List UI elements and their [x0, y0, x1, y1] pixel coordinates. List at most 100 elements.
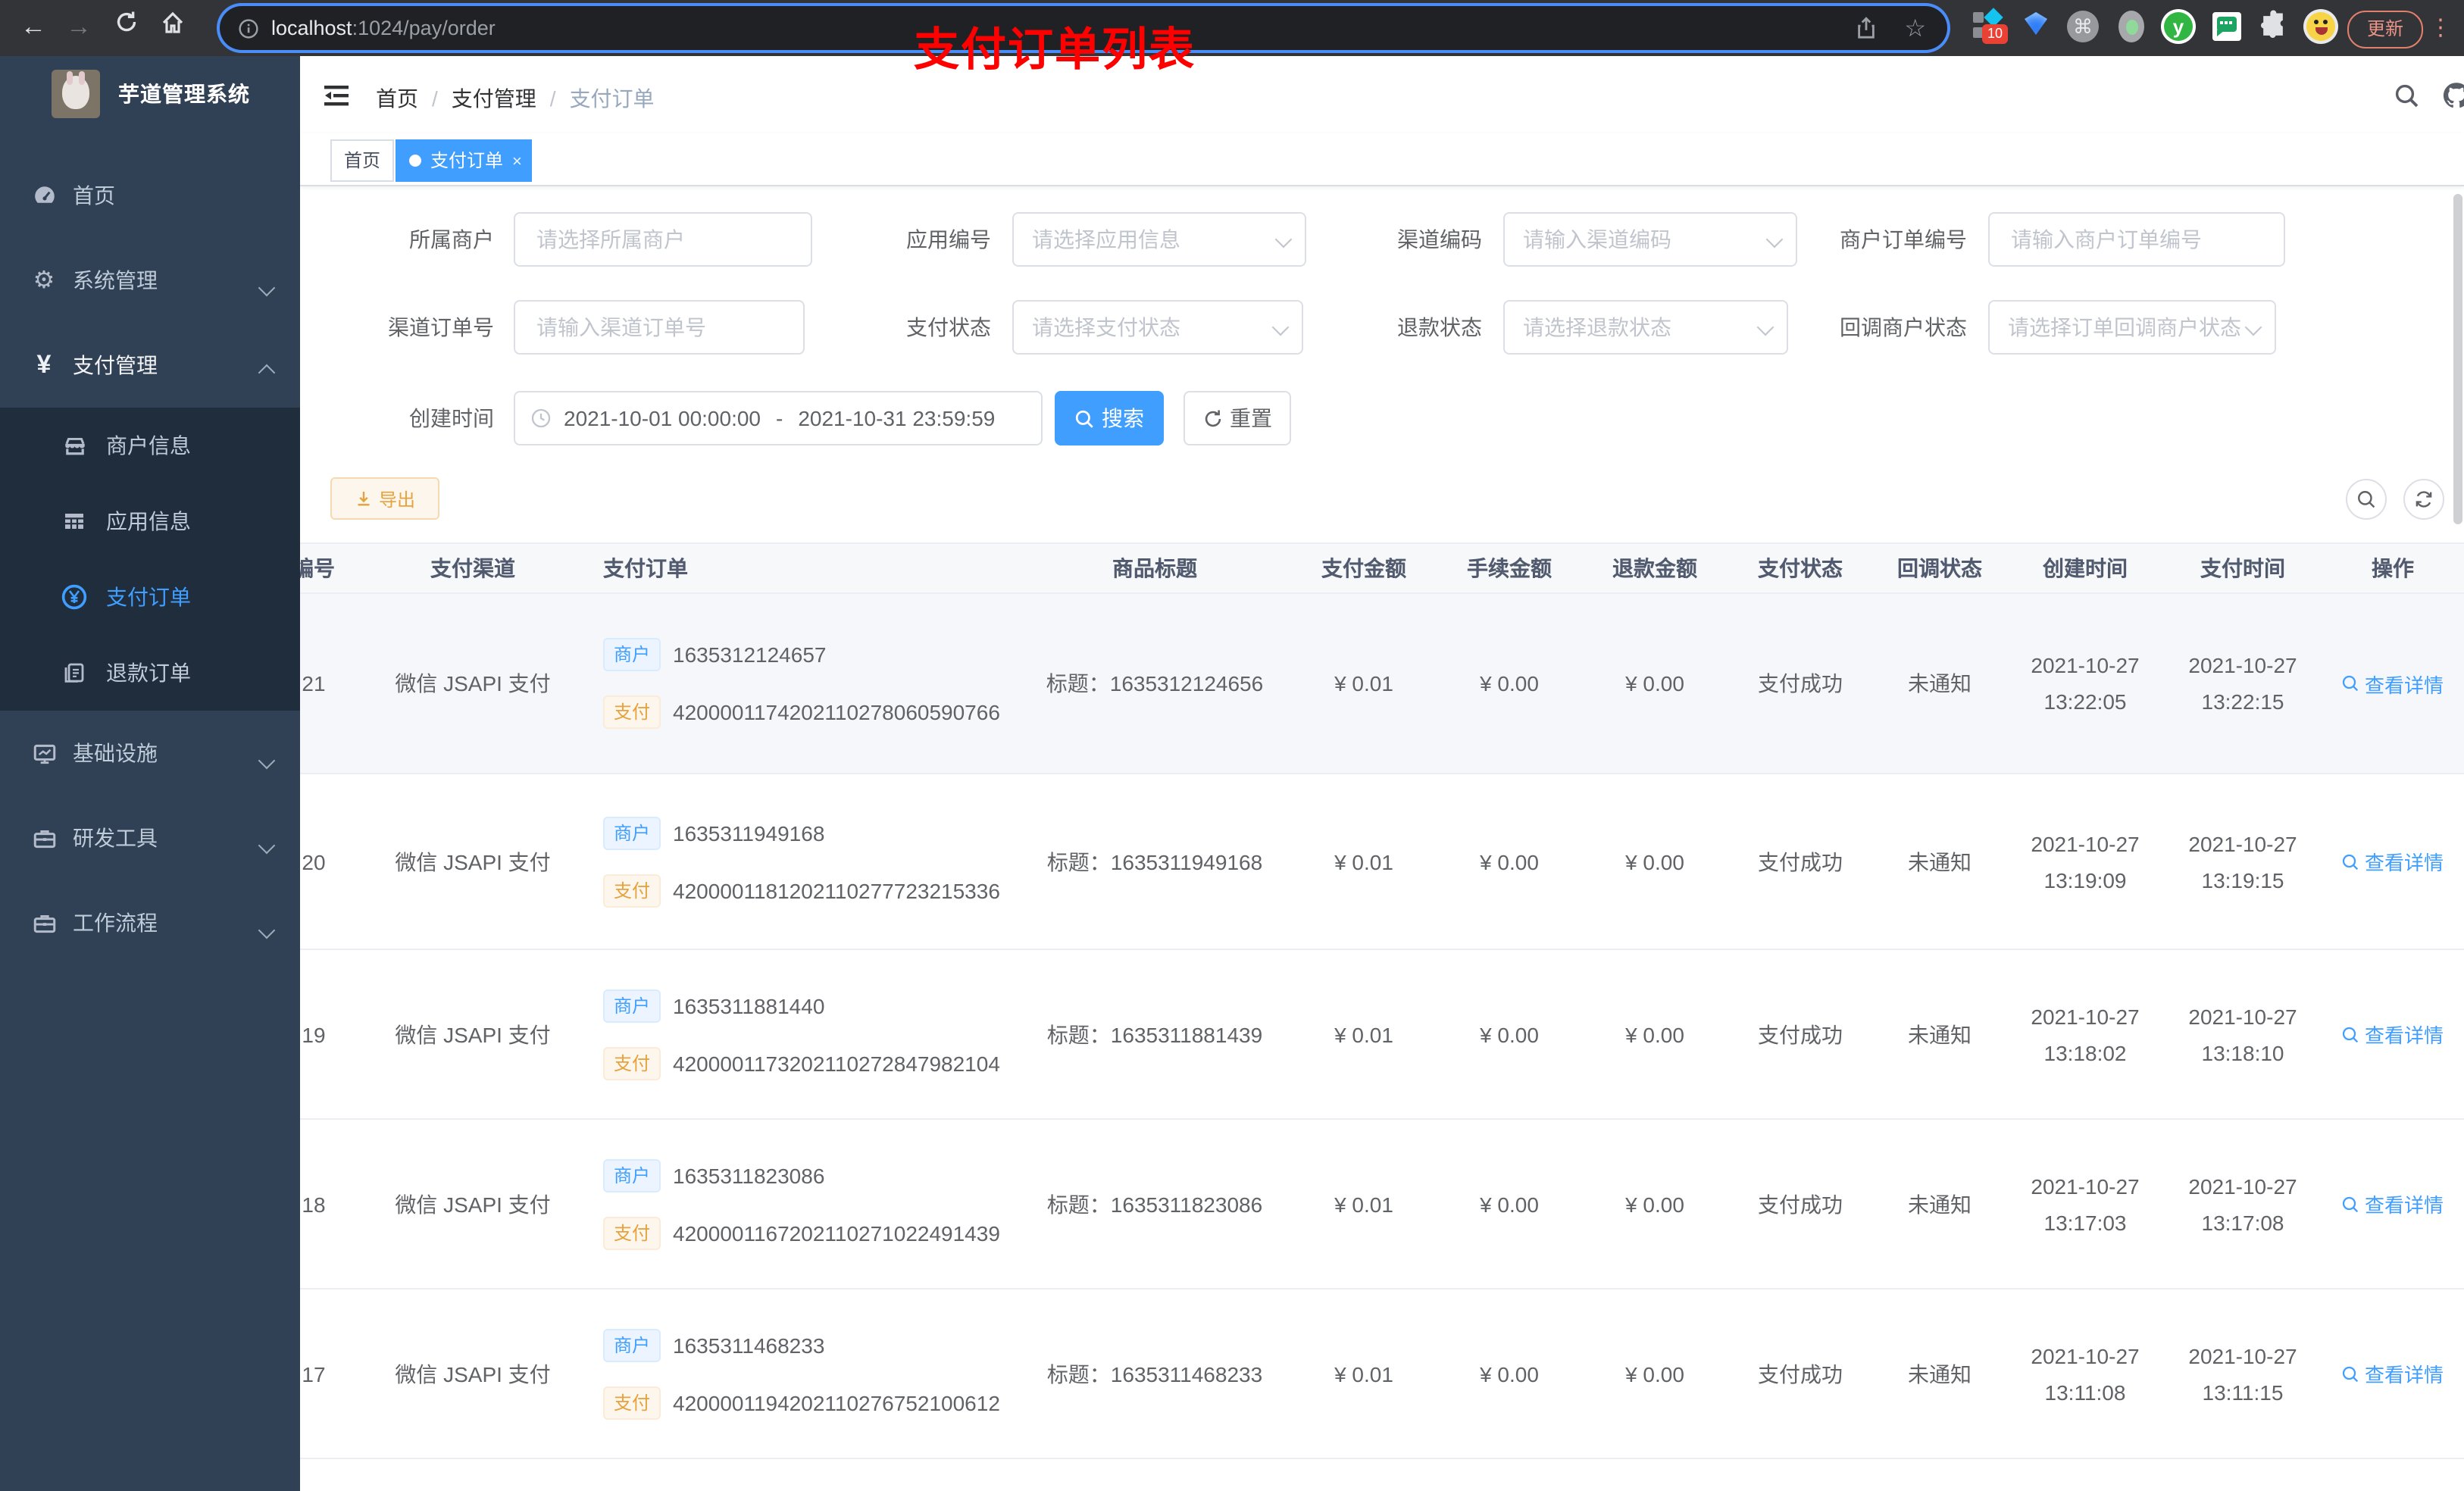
search-icon: [2358, 491, 2375, 508]
browser-profile-avatar[interactable]: [2303, 9, 2340, 45]
merchant-tag: 商户: [603, 638, 661, 671]
view-detail-link[interactable]: 查看详情: [2342, 847, 2444, 876]
reset-button[interactable]: 重置: [1184, 391, 1291, 445]
browser-home-icon[interactable]: [156, 11, 189, 44]
refresh-icon: [1204, 409, 1221, 427]
sidebar-item-dev-tools[interactable]: 研发工具: [0, 796, 300, 880]
breadcrumb-home[interactable]: 首页: [376, 86, 418, 111]
browser-forward-icon[interactable]: →: [62, 11, 95, 44]
date-start: 2021-10-01 00:00:00: [564, 406, 761, 430]
app-select[interactable]: 请选择应用信息: [1012, 212, 1306, 267]
tab-close-icon[interactable]: ×: [512, 153, 522, 171]
chevron-down-icon: [258, 921, 276, 939]
merchant-tag: 商户: [603, 989, 661, 1022]
tab-pay-order[interactable]: 支付订单 ×: [396, 139, 533, 182]
channel-code-select[interactable]: 请输入渠道编码: [1503, 212, 1797, 267]
table-row[interactable]: 18 微信 JSAPI 支付 商户 1635311823086 支付 4200001…: [300, 1120, 2464, 1289]
browser-update-button[interactable]: 更新: [2347, 11, 2423, 48]
vertical-scrollbar-thumb[interactable]: [2453, 194, 2462, 524]
date-separator: -: [776, 406, 783, 430]
pay-tag: 支付: [603, 874, 661, 907]
magnifier-icon: [2343, 853, 2359, 870]
chevron-down-icon: [258, 279, 276, 297]
extension-chat-icon[interactable]: [2209, 9, 2246, 45]
table-row[interactable]: 商户1635311351796: [300, 1459, 2464, 1491]
filter-label-channel-order-no: 渠道订单号: [388, 315, 494, 339]
table-row[interactable]: 19 微信 JSAPI 支付 商户 1635311881440 支付 4200001…: [300, 950, 2464, 1120]
view-detail-link[interactable]: 查看详情: [2342, 669, 2444, 698]
yen-icon: ¥: [36, 350, 52, 379]
browser-reload-icon[interactable]: [109, 11, 142, 44]
pay-status-select[interactable]: 请选择支付状态: [1012, 300, 1303, 355]
channel-order-no-input[interactable]: [514, 300, 814, 355]
view-detail-link[interactable]: 查看详情: [2342, 1359, 2444, 1388]
sidebar-submenu-pay: 商户信息 应用信息 支付订单 退款订单: [0, 408, 300, 711]
sidebar-collapse-icon[interactable]: [321, 80, 352, 111]
chevron-down-icon: [258, 752, 276, 770]
extension-badge: 10: [1982, 24, 2008, 44]
breadcrumb-current: 支付订单: [569, 86, 655, 111]
pay-tag: 支付: [603, 1216, 661, 1249]
sidebar-item-merchant-info[interactable]: 商户信息: [0, 408, 300, 483]
yen-circle-icon: [61, 583, 88, 611]
sidebar-item-home[interactable]: 首页: [0, 153, 300, 238]
sidebar-item-system[interactable]: ⚙ 系统管理: [0, 238, 300, 323]
view-detail-link[interactable]: 查看详情: [2342, 1020, 2444, 1049]
tags-view-bar: 首页 支付订单 ×: [300, 133, 2464, 186]
url-text: localhost:1024/pay/order: [271, 17, 496, 39]
sidebar-item-refund-order[interactable]: 退款订单: [0, 635, 300, 711]
sidebar-item-app-info[interactable]: 应用信息: [0, 483, 300, 559]
show-search-toggle-button[interactable]: [2346, 479, 2387, 520]
search-button[interactable]: 搜索: [1055, 391, 1164, 445]
refund-status-select[interactable]: 请选择退款状态: [1503, 300, 1788, 355]
app-logo-image: [52, 70, 100, 118]
pay-tag: 支付: [603, 695, 661, 729]
extension-y-icon[interactable]: y: [2161, 9, 2197, 45]
refresh-table-button[interactable]: [2403, 479, 2444, 520]
magnifier-icon: [2343, 1365, 2359, 1382]
pay-order-table: 编号 支付渠道 支付订单 商品标题 支付金额 手续金额 退款金额 支付状态 回调…: [300, 542, 2464, 1491]
merchant-tag: 商户: [603, 816, 661, 849]
sidebar: 芋道管理系统 首页 ⚙ 系统管理 ¥ 支付管理 商户信息 应用信息 支付订单 退…: [0, 56, 300, 1491]
date-end: 2021-10-31 23:59:59: [798, 406, 996, 430]
shop-icon: [61, 432, 88, 459]
merchant-input[interactable]: [514, 212, 814, 267]
table-header-row: 编号 支付渠道 支付订单 商品标题 支付金额 手续金额 退款金额 支付状态 回调…: [300, 542, 2464, 594]
sidebar-item-infrastructure[interactable]: 基础设施: [0, 711, 300, 796]
chevron-down-icon: [2244, 318, 2262, 336]
extension-oval-icon[interactable]: [2114, 9, 2150, 45]
view-detail-link[interactable]: 查看详情: [2342, 1189, 2444, 1218]
browser-menu-icon[interactable]: ⋮: [2429, 11, 2452, 45]
github-icon[interactable]: [2438, 77, 2464, 114]
filter-label-pay-status: 支付状态: [906, 315, 991, 339]
search-icon: [1075, 409, 1093, 427]
extension-command-icon[interactable]: ⌘: [2065, 9, 2102, 45]
sidebar-item-workflow[interactable]: 工作流程: [0, 880, 300, 965]
extension-gem-icon[interactable]: [2018, 9, 2055, 45]
dashboard-icon: [30, 182, 58, 209]
table-row[interactable]: 21 微信 JSAPI 支付 商户 1635312124657 支付 4200001…: [300, 594, 2464, 774]
pay-tag: 支付: [603, 1386, 661, 1419]
extension-workflow-icon[interactable]: 10: [1970, 8, 2008, 45]
site-info-icon[interactable]: [238, 17, 259, 39]
app-header: 首页/支付管理/支付订单 ? TT ▼: [300, 56, 2464, 135]
table-row[interactable]: 20 微信 JSAPI 支付 商户 1635311949168 支付 4200001…: [300, 774, 2464, 950]
share-icon[interactable]: [1854, 17, 1877, 39]
sidebar-item-pay[interactable]: ¥ 支付管理: [0, 323, 300, 408]
tab-home[interactable]: 首页: [330, 139, 395, 182]
notify-status-select[interactable]: 请选择订单回调商户状态: [1988, 300, 2276, 355]
breadcrumb-pay[interactable]: 支付管理: [452, 86, 536, 111]
header-search-icon[interactable]: [2388, 77, 2425, 114]
magnifier-icon: [2343, 1196, 2359, 1212]
create-time-range-picker[interactable]: 2021-10-01 00:00:00 - 2021-10-31 23:59:5…: [514, 391, 1043, 445]
extensions-puzzle-icon[interactable]: [2256, 9, 2293, 45]
chevron-up-icon: [258, 364, 276, 382]
bookmark-star-icon[interactable]: ☆: [1904, 13, 1926, 43]
monitor-chart-icon: [30, 739, 58, 767]
sidebar-item-pay-order[interactable]: 支付订单: [0, 559, 300, 635]
export-button[interactable]: 导出: [330, 477, 439, 520]
browser-back-icon[interactable]: ←: [17, 11, 50, 44]
merchant-order-no-input[interactable]: [1988, 212, 2288, 267]
table-row[interactable]: 17 微信 JSAPI 支付 商户 1635311468233 支付 4200001…: [300, 1289, 2464, 1459]
sidebar-logo[interactable]: 芋道管理系统: [0, 56, 300, 132]
